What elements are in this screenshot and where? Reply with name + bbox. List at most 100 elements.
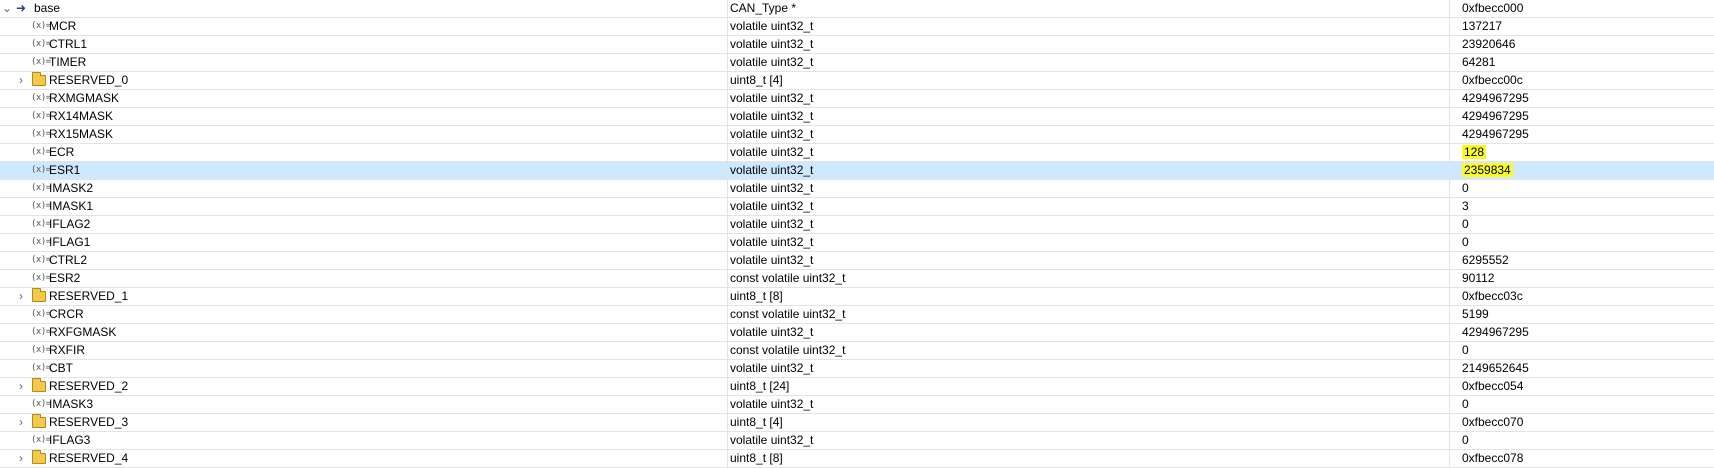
value-text: 64281 [1462,55,1496,69]
value-cell[interactable]: 0 [1450,234,1714,252]
value-cell[interactable]: 3 [1450,198,1714,216]
name-cell: (x)= RX14MASK [0,108,728,126]
tree-row[interactable]: (x)= ECR volatile uint32_t 128 [0,144,1714,162]
value-cell[interactable]: 2359834 [1450,162,1714,180]
value-cell[interactable]: 0xfbecc000 [1450,0,1714,18]
chevron-right-icon[interactable]: › [16,288,26,305]
tree-row[interactable]: › RESERVED_1 uint8_t [8] 0xfbecc03c [0,288,1714,306]
tree-row[interactable]: (x)= ESR1 volatile uint32_t 2359834 [0,162,1714,180]
value-cell[interactable]: 0 [1450,180,1714,198]
variable-icon: (x)= [31,147,51,157]
tree-row[interactable]: (x)= TIMER volatile uint32_t 64281 [0,54,1714,72]
variable-icon: (x)= [31,363,51,373]
tree-row[interactable]: (x)= IFLAG1 volatile uint32_t 0 [0,234,1714,252]
tree-row-base[interactable]: ⌄ ➜ base CAN_Type * 0xfbecc000 [0,0,1714,18]
name-cell: (x)= RXFGMASK [0,324,728,342]
tree-row[interactable]: › RESERVED_3 uint8_t [4] 0xfbecc070 [0,414,1714,432]
tree-row[interactable]: › RESERVED_0 uint8_t [4] 0xfbecc00c [0,72,1714,90]
tree-row[interactable]: (x)= CTRL1 volatile uint32_t 23920646 [0,36,1714,54]
variable-icon: (x)= [31,309,51,319]
value-cell[interactable]: 4294967295 [1450,324,1714,342]
value-text: 0xfbecc054 [1462,379,1524,393]
tree-row[interactable]: (x)= RX14MASK volatile uint32_t 4294967295 [0,108,1714,126]
value-text: 4294967295 [1462,109,1529,123]
value-text: 0 [1462,343,1469,357]
tree-row[interactable]: (x)= IFLAG2 volatile uint32_t 0 [0,216,1714,234]
value-text: 0 [1462,235,1469,249]
value-text: 0xfbecc03c [1462,289,1523,303]
value-cell[interactable]: 90112 [1450,270,1714,288]
tree-row[interactable]: (x)= RXFGMASK volatile uint32_t 4294967295 [0,324,1714,342]
variable-icon: (x)= [31,165,51,175]
value-cell[interactable]: 0 [1450,432,1714,450]
type-cell: uint8_t [4] [728,72,1450,90]
value-cell[interactable]: 5199 [1450,306,1714,324]
type-cell: uint8_t [8] [728,450,1450,468]
variable-name: RXFGMASK [49,325,117,339]
name-cell: (x)= CTRL2 [0,252,728,270]
tree-row[interactable]: (x)= RX15MASK volatile uint32_t 4294967295 [0,126,1714,144]
folder-icon [32,72,46,86]
value-cell[interactable]: 0 [1450,342,1714,360]
tree-row[interactable]: (x)= MCR volatile uint32_t 137217 [0,18,1714,36]
tree-row[interactable]: (x)= CTRL2 volatile uint32_t 6295552 [0,252,1714,270]
variable-name: CRCR [49,307,84,321]
value-text: 90112 [1462,271,1495,285]
tree-row[interactable]: › RESERVED_4 uint8_t [8] 0xfbecc078 [0,450,1714,468]
variable-icon: (x)= [31,345,51,355]
tree-row[interactable]: (x)= ESR2 const volatile uint32_t 90112 [0,270,1714,288]
tree-row[interactable]: (x)= RXFIR const volatile uint32_t 0 [0,342,1714,360]
variable-name: RX15MASK [49,127,114,141]
value-cell[interactable]: 4294967295 [1450,108,1714,126]
tree-row[interactable]: (x)= RXMGMASK volatile uint32_t 4294967295 [0,90,1714,108]
value-cell[interactable]: 4294967295 [1450,126,1714,144]
variable-icon: (x)= [31,129,51,139]
value-text: 0 [1462,433,1469,447]
tree-row[interactable]: (x)= IMASK1 volatile uint32_t 3 [0,198,1714,216]
value-cell[interactable]: 137217 [1450,18,1714,36]
name-cell: (x)= IMASK1 [0,198,728,216]
tree-row[interactable]: (x)= IMASK3 volatile uint32_t 0 [0,396,1714,414]
value-cell[interactable]: 0xfbecc054 [1450,378,1714,396]
variable-icon: (x)= [31,183,51,193]
tree-row[interactable]: (x)= IMASK2 volatile uint32_t 0 [0,180,1714,198]
value-text: 137217 [1462,19,1503,33]
type-cell: volatile uint32_t [728,126,1450,144]
tree-row[interactable]: (x)= CRCR const volatile uint32_t 5199 [0,306,1714,324]
variable-icon: (x)= [31,435,51,445]
variable-name: ESR2 [49,271,81,285]
variable-name: RESERVED_0 [49,73,129,87]
chevron-right-icon[interactable]: › [16,414,26,431]
chevron-right-icon[interactable]: › [16,72,26,89]
variable-name: IMASK3 [49,397,94,411]
value-cell[interactable]: 128 [1450,144,1714,162]
tree-row[interactable]: (x)= CBT volatile uint32_t 2149652645 [0,360,1714,378]
value-cell[interactable]: 0 [1450,396,1714,414]
variable-icon: (x)= [31,219,51,229]
type-cell: volatile uint32_t [728,108,1450,126]
value-cell[interactable]: 6295552 [1450,252,1714,270]
type-cell: volatile uint32_t [728,36,1450,54]
value-cell[interactable]: 0xfbecc070 [1450,414,1714,432]
value-cell[interactable]: 4294967295 [1450,90,1714,108]
value-cell[interactable]: 0xfbecc078 [1450,450,1714,468]
value-cell[interactable]: 0xfbecc03c [1450,288,1714,306]
value-text: 0xfbecc070 [1462,415,1524,429]
variable-name: IMASK1 [49,199,94,213]
chevron-down-icon[interactable]: ⌄ [2,0,12,17]
value-cell[interactable]: 2149652645 [1450,360,1714,378]
name-cell: (x)= CBT [0,360,728,378]
value-cell[interactable]: 0xfbecc00c [1450,72,1714,90]
value-cell[interactable]: 0 [1450,216,1714,234]
type-cell: uint8_t [24] [728,378,1450,396]
tree-row[interactable]: › RESERVED_2 uint8_t [24] 0xfbecc054 [0,378,1714,396]
variable-name: RXMGMASK [49,91,120,105]
variable-name: IFLAG2 [49,217,91,231]
value-cell[interactable]: 23920646 [1450,36,1714,54]
value-cell[interactable]: 64281 [1450,54,1714,72]
chevron-right-icon[interactable]: › [16,450,26,467]
tree-row[interactable]: (x)= IFLAG3 volatile uint32_t 0 [0,432,1714,450]
variable-name: RESERVED_4 [49,451,129,465]
chevron-right-icon[interactable]: › [16,378,26,395]
name-cell: (x)= IFLAG2 [0,216,728,234]
